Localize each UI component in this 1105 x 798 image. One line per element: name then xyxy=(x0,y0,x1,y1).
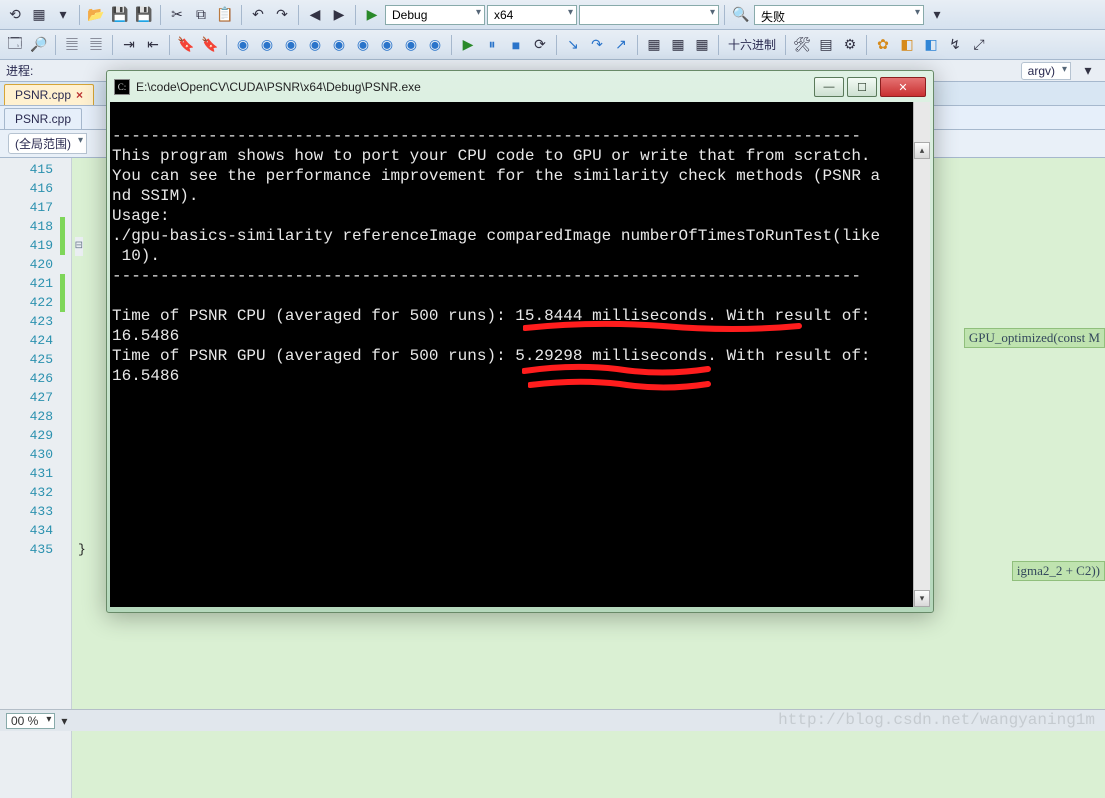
nav-back-history-icon[interactable]: ◀ xyxy=(304,4,326,26)
config-dropdown[interactable]: Debug xyxy=(385,5,485,25)
step-grp-8-icon[interactable]: ◉ xyxy=(400,34,422,56)
close-icon[interactable]: × xyxy=(76,88,83,102)
minimize-button[interactable]: — xyxy=(814,77,844,97)
dropdown-icon[interactable]: ▾ xyxy=(52,4,74,26)
encoding-label: 十六进制 xyxy=(728,36,776,53)
ext-4-icon[interactable]: ↯ xyxy=(944,34,966,56)
bookmark-icon[interactable]: 🔖 xyxy=(175,34,197,56)
step-grp-1-icon[interactable]: ◉ xyxy=(232,34,254,56)
indent-icon[interactable]: ⇥ xyxy=(118,34,140,56)
line-gutter: 4154164174184194204214224234244254264274… xyxy=(0,158,72,798)
toolbar-overflow-icon[interactable]: ▾ xyxy=(926,4,948,26)
redo-icon[interactable]: ↷ xyxy=(271,4,293,26)
process-label: 进程: xyxy=(6,62,33,79)
tab-label: PSNR.cpp xyxy=(15,112,71,126)
tab-psnr-cpp-secondary[interactable]: PSNR.cpp xyxy=(4,108,82,129)
console-title: E:\code\OpenCV\CUDA\PSNR\x64\Debug\PSNR.… xyxy=(136,80,811,94)
run-icon[interactable]: ▶ xyxy=(361,4,383,26)
process-overflow-icon[interactable]: ▾ xyxy=(1077,60,1099,82)
save-icon[interactable]: 💾 xyxy=(109,4,131,26)
console-window[interactable]: C: E:\code\OpenCV\CUDA\PSNR\x64\Debug\PS… xyxy=(106,70,934,613)
bookmark-next-icon[interactable]: 🔖 xyxy=(199,34,221,56)
ext-3-icon[interactable]: ◧ xyxy=(920,34,942,56)
toolbar-row-2: 🗔 🔎 𝄚 𝄚 ⇥ ⇤ 🔖 🔖 ◉ ◉ ◉ ◉ ◉ ◉ ◉ ◉ ◉ ▶ ⏸ ■ … xyxy=(0,30,1105,60)
scope-dropdown[interactable]: (全局范围) xyxy=(8,133,87,154)
status-dropdown[interactable]: 失败 xyxy=(754,5,924,25)
dbg-pause-icon[interactable]: ⏸ xyxy=(481,34,503,56)
maximize-button[interactable]: ☐ xyxy=(847,77,877,97)
copy-icon[interactable]: ⧉ xyxy=(190,4,212,26)
step-out-icon[interactable]: ↗ xyxy=(610,34,632,56)
zoom-dropdown[interactable]: 00 % xyxy=(6,713,55,729)
wnd-2-icon[interactable]: ▦ xyxy=(667,34,689,56)
target-dropdown[interactable] xyxy=(579,5,719,25)
wnd-3-icon[interactable]: ▦ xyxy=(691,34,713,56)
console-body[interactable]: ----------------------------------------… xyxy=(110,102,930,607)
step-grp-6-icon[interactable]: ◉ xyxy=(352,34,374,56)
find-in-files-icon[interactable]: 🔎 xyxy=(28,34,50,56)
dbg-stop-icon[interactable]: ■ xyxy=(505,34,527,56)
step-grp-3-icon[interactable]: ◉ xyxy=(280,34,302,56)
find-icon[interactable]: 🔍 xyxy=(730,4,752,26)
step-over-icon[interactable]: ↷ xyxy=(586,34,608,56)
scroll-up-icon[interactable]: ▴ xyxy=(914,142,930,159)
argv-pill[interactable]: argv) xyxy=(1021,62,1071,80)
save-all-icon[interactable]: 💾 xyxy=(133,4,155,26)
close-button[interactable]: ✕ xyxy=(880,77,926,97)
watermark: http://blog.csdn.net/wangyaning1m xyxy=(778,711,1095,729)
step-grp-9-icon[interactable]: ◉ xyxy=(424,34,446,56)
tab-psnr-cpp[interactable]: PSNR.cpp × xyxy=(4,84,94,105)
nav-fwd-history-icon[interactable]: ▶ xyxy=(328,4,350,26)
uncomment-icon[interactable]: 𝄚 xyxy=(85,34,107,56)
step-grp-7-icon[interactable]: ◉ xyxy=(376,34,398,56)
tool-c-icon[interactable]: ⚙ xyxy=(839,34,861,56)
ext-1-icon[interactable]: ✿ xyxy=(872,34,894,56)
scroll-down-icon[interactable]: ▾ xyxy=(914,590,930,607)
cut-icon[interactable]: ✂ xyxy=(166,4,188,26)
toolbar-row-1: ⟲ ▦ ▾ 📂 💾 💾 ✂ ⧉ 📋 ↶ ↷ ◀ ▶ ▶ Debug x64 🔍 … xyxy=(0,0,1105,30)
platform-dropdown[interactable]: x64 xyxy=(487,5,577,25)
tab-label: PSNR.cpp xyxy=(15,88,71,102)
step-grp-5-icon[interactable]: ◉ xyxy=(328,34,350,56)
console-scrollbar[interactable]: ▴ ▾ xyxy=(913,102,930,607)
undo-icon[interactable]: ↶ xyxy=(247,4,269,26)
add-new-icon[interactable]: ▦ xyxy=(28,4,50,26)
comment-icon[interactable]: 𝄚 xyxy=(61,34,83,56)
code-fragment-expr: igma2_2 + C2)) xyxy=(1012,561,1105,581)
nav-back-icon[interactable]: ⟲ xyxy=(4,4,26,26)
console-titlebar[interactable]: C: E:\code\OpenCV\CUDA\PSNR\x64\Debug\PS… xyxy=(110,74,930,100)
console-icon: C: xyxy=(114,79,130,95)
step-into-icon[interactable]: ↘ xyxy=(562,34,584,56)
paste-icon[interactable]: 📋 xyxy=(214,4,236,26)
ext-2-icon[interactable]: ◧ xyxy=(896,34,918,56)
annotation-underline-3 xyxy=(528,378,711,394)
step-grp-4-icon[interactable]: ◉ xyxy=(304,34,326,56)
format-icon[interactable]: 🗔 xyxy=(4,34,26,56)
tool-b-icon[interactable]: ▤ xyxy=(815,34,837,56)
step-grp-2-icon[interactable]: ◉ xyxy=(256,34,278,56)
open-icon[interactable]: 📂 xyxy=(85,4,107,26)
tool-a-icon[interactable]: 🛠 xyxy=(791,34,813,56)
status-bar: 00 % ▾ http://blog.csdn.net/wangyaning1m xyxy=(0,709,1105,731)
dbg-restart-icon[interactable]: ⟳ xyxy=(529,34,551,56)
wnd-1-icon[interactable]: ▦ xyxy=(643,34,665,56)
zoom-separator-icon: ▾ xyxy=(61,714,67,728)
code-fragment-fn: GPU_optimized(const M xyxy=(964,328,1105,348)
dbg-run-icon[interactable]: ▶ xyxy=(457,34,479,56)
outdent-icon[interactable]: ⇤ xyxy=(142,34,164,56)
annotation-underline-1 xyxy=(523,320,803,338)
ext-5-icon[interactable]: ⤢ xyxy=(968,34,990,56)
